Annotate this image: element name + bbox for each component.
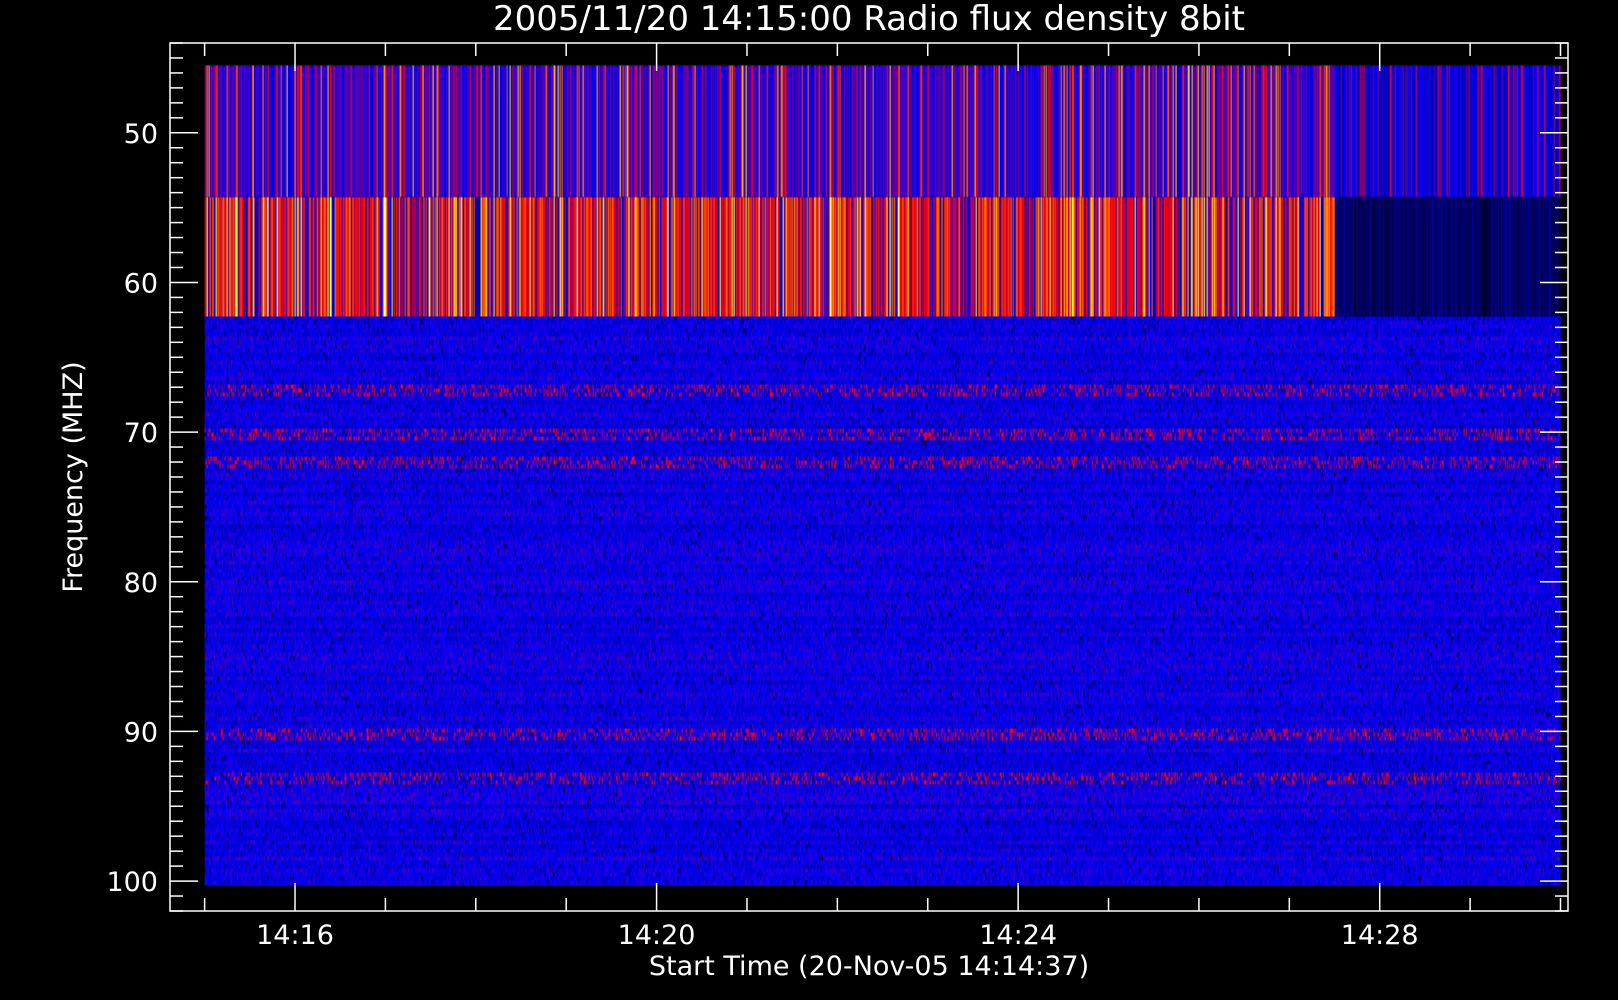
heatmap-image [204,65,1561,886]
heatmap-raster [204,65,1561,886]
y-tick-label: 60 [124,268,158,299]
x-axis-label: Start Time (20-Nov-05 14:14:37) [649,951,1089,982]
y-tick-label: 100 [106,867,158,898]
y-tick-label: 70 [124,418,158,449]
x-tick-label: 14:16 [256,920,334,951]
y-axis-label: Frequency (MHZ) [58,361,89,592]
y-tick-label: 90 [124,717,158,748]
chart-title: 2005/11/20 14:15:00 Radio flux density 8… [493,0,1245,39]
spectrogram-chart: 2005/11/20 14:15:00 Radio flux density 8… [0,0,1618,1000]
x-tick-label: 14:20 [618,920,696,951]
y-tick-label: 80 [124,568,158,599]
y-tick-label: 50 [124,119,158,150]
x-tick-label: 14:24 [979,920,1057,951]
x-tick-label: 14:28 [1341,920,1419,951]
